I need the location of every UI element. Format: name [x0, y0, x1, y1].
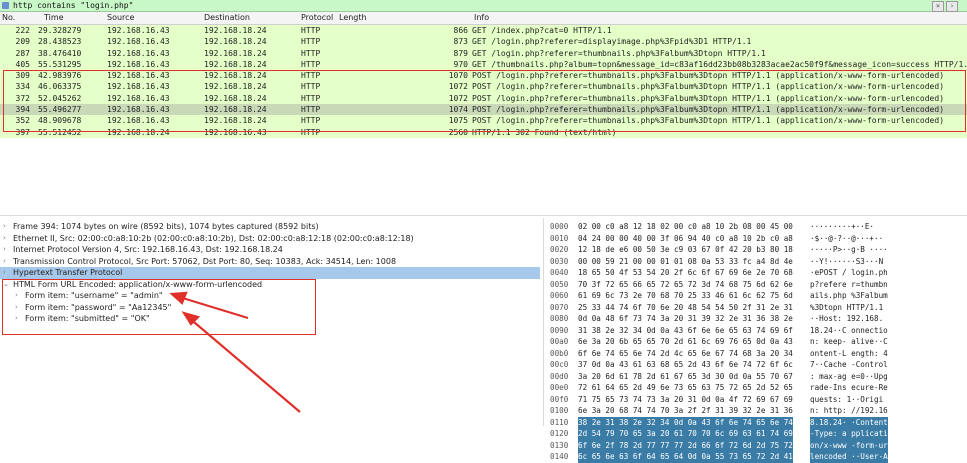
hex-ascii: -Type: a pplicati — [810, 428, 888, 440]
hex-row[interactable]: 0140 6c 65 6e 63 6f 64 65 64 0d 0a 55 73 … — [548, 451, 967, 463]
hex-offset: 0140 — [550, 452, 569, 461]
hex-offset: 0130 — [550, 440, 569, 450]
hex-bytes: 6c 65 6e 63 6f 64 65 64 0d 0a 55 73 65 7… — [578, 451, 793, 463]
hex-row[interactable]: 0130 6f 6e 2f 78 2d 77 77 77 2d 66 6f 72 … — [548, 439, 967, 451]
hex-offset: 0120 — [550, 429, 569, 438]
arrow-to-password — [187, 316, 301, 413]
hex-bytes: 6f 6e 2f 78 2d 77 77 77 2d 66 6f 72 6d 2… — [578, 439, 793, 451]
hex-bytes: 2d 54 79 70 65 3a 20 61 70 70 6c 69 63 6… — [578, 428, 793, 440]
hex-row[interactable]: 0120 2d 54 79 70 65 3a 20 61 70 70 6c 69 … — [548, 428, 967, 440]
hex-ascii: on/x-www -form-ur — [810, 439, 888, 451]
hex-ascii: lencoded ··User-A — [810, 451, 888, 463]
annotation-arrows — [169, 291, 301, 413]
